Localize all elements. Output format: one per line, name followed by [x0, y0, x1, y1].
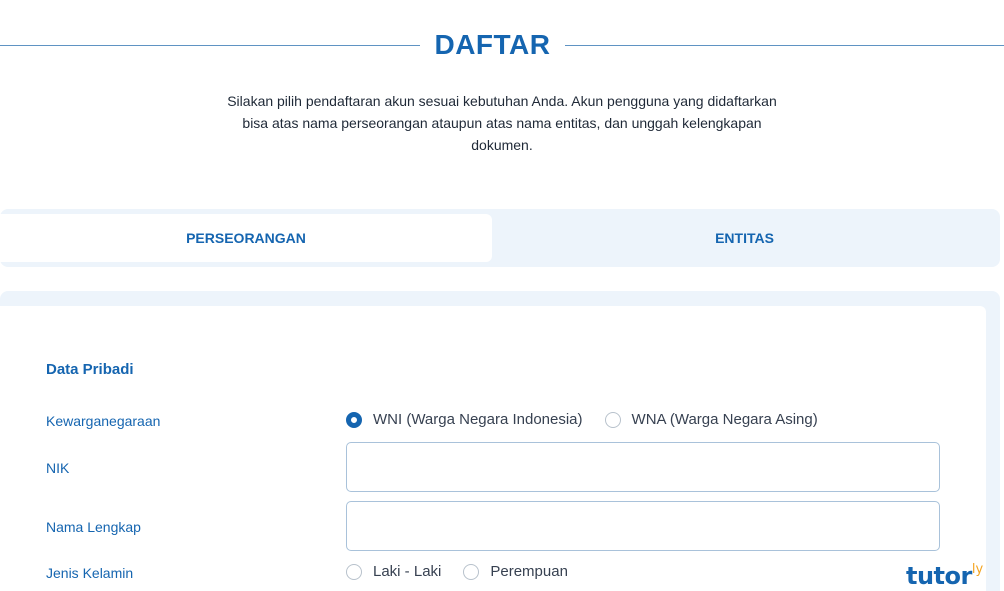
title-divider-left [0, 45, 420, 46]
gender-option-female-label: Perempuan [490, 563, 568, 580]
gender-label: Jenis Kelamin [46, 565, 134, 581]
page-title: DAFTAR [434, 29, 551, 60]
page-header: DAFTAR [0, 26, 1004, 66]
citizenship-option-wna-label: WNA (Warga Negara Asing) [631, 411, 818, 428]
citizenship-option-wni-label: WNI (Warga Negara Indonesia) [373, 411, 583, 428]
registration-type-tabs: PERSEORANGAN ENTITAS [0, 209, 1000, 267]
section-title: Data Pribadi [46, 361, 134, 378]
citizenship-label: Kewarganegaraan [46, 413, 161, 429]
logo-suffix: ly [971, 562, 984, 577]
gender-radio-group: Laki - Laki Perempuan [346, 563, 590, 580]
radio-unselected-icon[interactable] [604, 411, 621, 428]
logo-brand: tutor [906, 562, 972, 590]
tab-perseorangan[interactable]: PERSEORANGAN [0, 214, 492, 262]
citizenship-option-wni[interactable]: WNI (Warga Negara Indonesia) [346, 411, 583, 428]
intro-line-2: bisa atas nama perseorangan ataupun atas… [242, 115, 762, 131]
tutorly-logo: tutorly [906, 557, 983, 591]
tab-entitas[interactable]: ENTITAS [492, 214, 997, 262]
intro-text: Silakan pilih pendaftaran akun sesuai ke… [160, 90, 844, 156]
registration-page: DAFTAR Silakan pilih pendaftaran akun se… [0, 0, 1004, 591]
radio-unselected-icon[interactable] [463, 563, 480, 580]
intro-line-1: Silakan pilih pendaftaran akun sesuai ke… [227, 93, 777, 109]
radio-selected-icon[interactable] [346, 411, 362, 428]
citizenship-radio-group: WNI (Warga Negara Indonesia) WNA (Warga … [346, 411, 840, 428]
gender-option-male[interactable]: Laki - Laki [346, 563, 441, 580]
gender-option-female[interactable]: Perempuan [463, 563, 568, 580]
full-name-label: Nama Lengkap [46, 519, 141, 535]
nik-input[interactable] [346, 442, 940, 492]
intro-line-3: dokumen. [471, 137, 533, 153]
gender-option-male-label: Laki - Laki [373, 563, 442, 580]
nik-label: NIK [46, 460, 70, 476]
citizenship-option-wna[interactable]: WNA (Warga Negara Asing) [604, 411, 818, 428]
title-divider-right [565, 45, 1004, 46]
full-name-input[interactable] [346, 501, 940, 551]
radio-unselected-icon[interactable] [346, 563, 362, 580]
